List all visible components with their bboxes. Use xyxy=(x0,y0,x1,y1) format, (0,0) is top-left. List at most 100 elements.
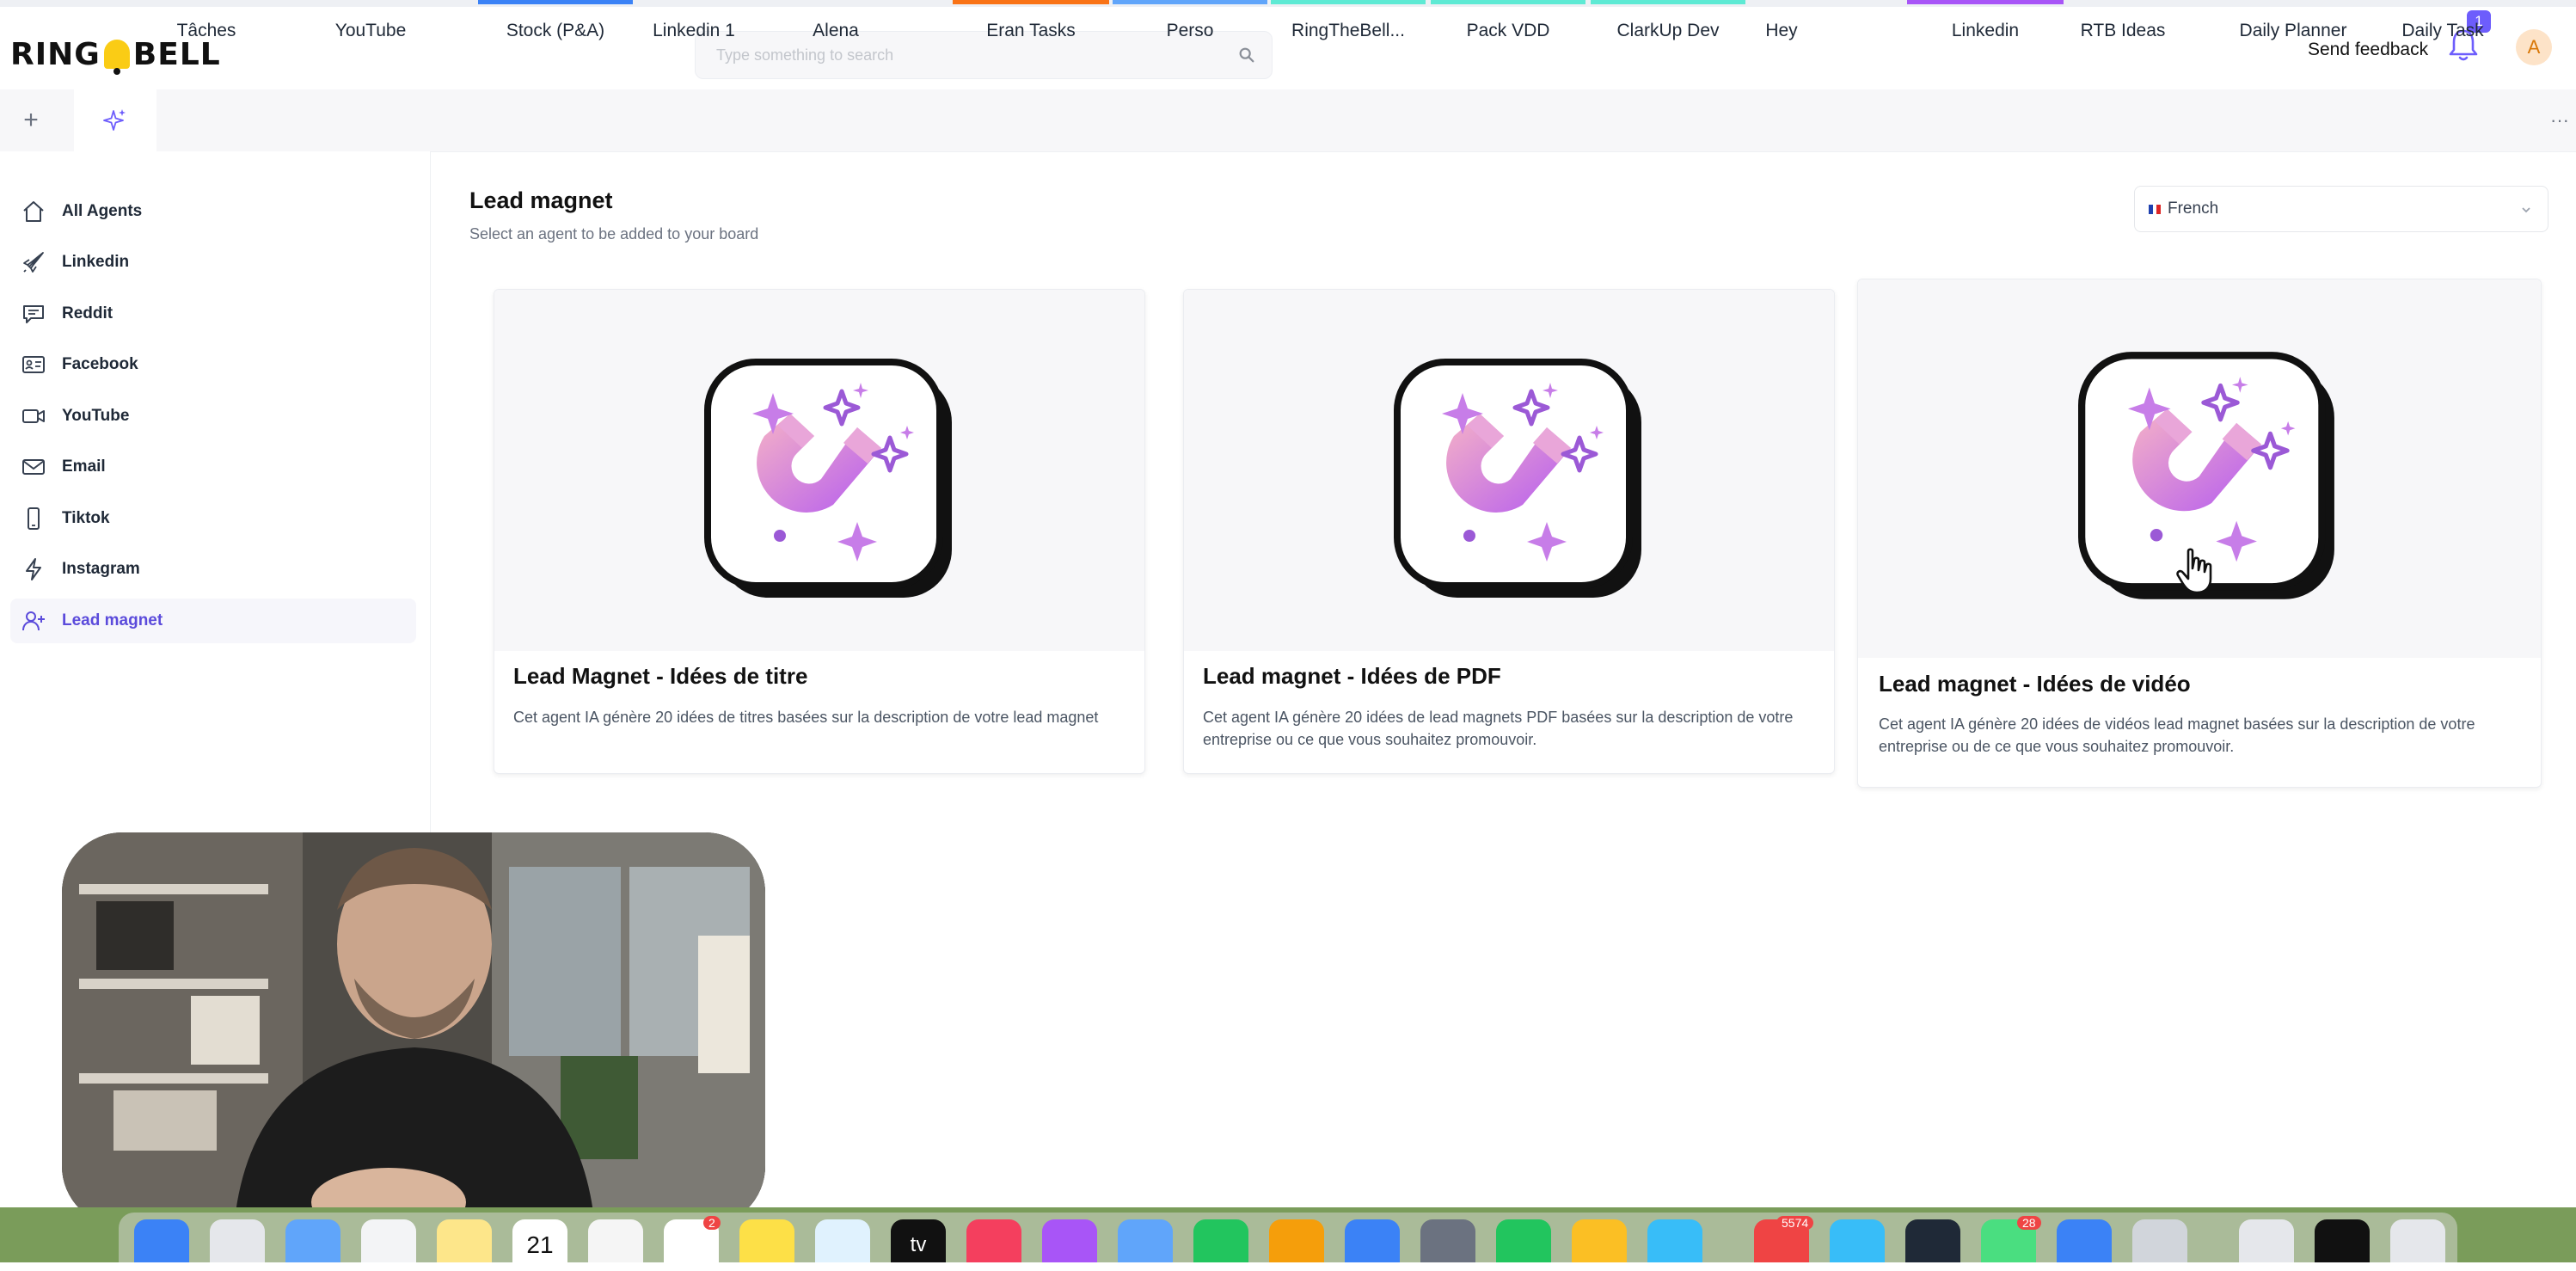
tab-clarkup-dev[interactable]: ClarkUp Dev xyxy=(1591,0,1745,62)
agent-card-title-ideas[interactable]: Lead Magnet - Idées de titre Cet agent I… xyxy=(494,289,1145,774)
tab-stock-pa[interactable]: Stock (P&A) xyxy=(478,0,633,62)
agent-card-title: Lead magnet - Idées de vidéo xyxy=(1879,671,2191,697)
tab-label: Stock (P&A) xyxy=(506,21,605,40)
tab-accent xyxy=(636,0,751,4)
sidebar-item-linkedin[interactable]: Linkedin xyxy=(10,240,416,285)
agent-card-description: Cet agent IA génère 20 idées de vidéos l… xyxy=(1879,715,2475,755)
tab-eran-tasks[interactable]: Eran Tasks xyxy=(953,0,1109,62)
screenflow-dock-icon[interactable] xyxy=(1905,1219,1960,1262)
downloads-dock-icon[interactable] xyxy=(2315,1219,2370,1262)
hand-cursor-icon xyxy=(2176,548,2212,594)
podcasts-dock-icon[interactable] xyxy=(1042,1219,1097,1262)
chrome-dock-icon[interactable] xyxy=(1572,1219,1627,1262)
tab-rtb-ideas[interactable]: RTB Ideas xyxy=(2074,0,2172,62)
tab-taches[interactable]: Tâches xyxy=(160,0,253,62)
sidebar-item-label: Tiktok xyxy=(62,509,110,527)
user-avatar[interactable]: A xyxy=(2516,29,2552,65)
tab-accent xyxy=(1271,0,1426,4)
tab-label: Daily Planner xyxy=(2239,21,2347,40)
tab-daily-planner[interactable]: Daily Planner xyxy=(2236,0,2351,62)
sidebar-item-label: Linkedin xyxy=(62,253,130,271)
app-store-dock-icon[interactable] xyxy=(1345,1219,1400,1262)
tab-alena[interactable]: Alena xyxy=(791,0,880,62)
tab-label: Daily Task xyxy=(2401,21,2484,40)
page-subtitle: Select an agent to be added to your boar… xyxy=(469,225,759,243)
tab-accent xyxy=(160,0,253,4)
sidebar-item-label: Facebook xyxy=(62,355,138,373)
safari-dock-icon[interactable] xyxy=(1647,1219,1702,1262)
tab-label: ClarkUp Dev xyxy=(1616,21,1720,40)
freeform-dock-icon[interactable] xyxy=(815,1219,870,1262)
tab-hey[interactable]: Hey xyxy=(1749,0,1814,62)
launchpad-dock-icon[interactable] xyxy=(210,1219,265,1262)
tab-linkedin-1[interactable]: Linkedin 1 xyxy=(636,0,751,62)
tab-agents[interactable] xyxy=(74,89,156,151)
telegram-dock-icon[interactable] xyxy=(1830,1219,1885,1262)
numbers-dock-icon[interactable] xyxy=(1193,1219,1248,1262)
finder-dock-icon[interactable] xyxy=(134,1219,189,1262)
tab-accent xyxy=(1113,0,1267,4)
calendar-dock-icon[interactable]: 21 xyxy=(512,1219,567,1262)
trash-dock-icon[interactable] xyxy=(2390,1219,2445,1262)
preview-dock-icon[interactable] xyxy=(2132,1219,2187,1262)
documents-dock-icon[interactable] xyxy=(2239,1219,2294,1262)
tab-accent xyxy=(1907,0,2064,4)
sidebar-item-label: Instagram xyxy=(62,560,140,578)
sidebar-item-youtube[interactable]: YouTube xyxy=(10,394,416,439)
mail-dock-icon[interactable] xyxy=(285,1219,340,1262)
notes-dock-icon[interactable] xyxy=(739,1219,794,1262)
board-tab-bar xyxy=(0,89,2576,152)
sparkle-icon xyxy=(103,109,126,131)
tab-ringthebell[interactable]: RingTheBell... xyxy=(1271,0,1426,62)
logo-text-left: RING xyxy=(10,36,101,72)
agent-card-pdf-ideas[interactable]: Lead magnet - Idées de PDF Cet agent IA … xyxy=(1183,289,1835,774)
tab-label: Pack VDD xyxy=(1466,21,1550,40)
tab-label: Linkedin xyxy=(1951,21,2020,40)
photos-dock-icon[interactable] xyxy=(437,1219,492,1262)
more-tabs-button[interactable]: ··· xyxy=(2550,89,2569,151)
apple-tv-dock-icon[interactable]: tv xyxy=(891,1219,946,1262)
tab-accent xyxy=(1591,0,1745,4)
sidebar-item-label: Reddit xyxy=(62,304,113,322)
contacts-dock-icon[interactable] xyxy=(588,1219,643,1262)
agent-card-video-ideas[interactable]: Lead magnet - Idées de vidéo Cet agent I… xyxy=(1857,279,2542,788)
sidebar-item-tiktok[interactable]: Tiktok xyxy=(10,496,416,541)
page-title: Lead magnet xyxy=(469,187,613,213)
sidebar-item-label: All Agents xyxy=(62,202,143,220)
tab-perso[interactable]: Perso xyxy=(1113,0,1267,62)
add-tab-button[interactable]: + xyxy=(12,89,50,151)
sidebar-item-all-agents[interactable]: All Agents xyxy=(10,189,416,234)
tab-pack-vdd[interactable]: Pack VDD xyxy=(1431,0,1585,62)
facetime-dock-icon[interactable] xyxy=(1496,1219,1551,1262)
language-select[interactable]: French xyxy=(2134,186,2548,232)
sidebar-item-label: YouTube xyxy=(62,407,130,425)
sidebar-item-instagram[interactable]: Instagram xyxy=(10,547,416,592)
sidebar-item-facebook[interactable]: Facebook xyxy=(10,342,416,387)
agent-card-title: Lead Magnet - Idées de titre xyxy=(513,663,808,689)
tab-youtube[interactable]: YouTube xyxy=(327,0,414,62)
keynote-dock-icon[interactable] xyxy=(1118,1219,1173,1262)
music-dock-icon[interactable] xyxy=(966,1219,1021,1262)
tab-accent xyxy=(327,0,414,4)
maps-dock-icon[interactable] xyxy=(361,1219,416,1262)
video-camera-icon xyxy=(19,402,48,431)
pages-dock-icon[interactable] xyxy=(1269,1219,1324,1262)
sidebar-item-email[interactable]: Email xyxy=(10,445,416,489)
tab-linkedin[interactable]: Linkedin xyxy=(1907,0,2064,62)
tab-accent xyxy=(953,0,1109,4)
tab-accent xyxy=(791,0,880,4)
system-settings-dock-icon[interactable] xyxy=(1420,1219,1475,1262)
sidebar-item-reddit[interactable]: Reddit xyxy=(10,292,416,336)
agent-card-description: Cet agent IA génère 20 idées de titres b… xyxy=(513,709,1099,726)
tab-label: Eran Tasks xyxy=(986,21,1076,40)
dock-badge: 28 xyxy=(2017,1216,2041,1230)
proton-vpn-dock-icon[interactable] xyxy=(2057,1219,2112,1262)
sidebar-item-lead-magnet[interactable]: Lead magnet xyxy=(10,599,416,643)
id-card-icon xyxy=(19,350,48,379)
tab-label: Hey xyxy=(1765,21,1798,40)
chevron-down-icon xyxy=(2522,207,2530,213)
tab-daily-task[interactable]: Daily Task xyxy=(2395,0,2490,62)
tab-accent xyxy=(2395,0,2490,4)
tab-accent xyxy=(2236,0,2351,4)
agent-card-title: Lead magnet - Idées de PDF xyxy=(1203,663,1501,689)
